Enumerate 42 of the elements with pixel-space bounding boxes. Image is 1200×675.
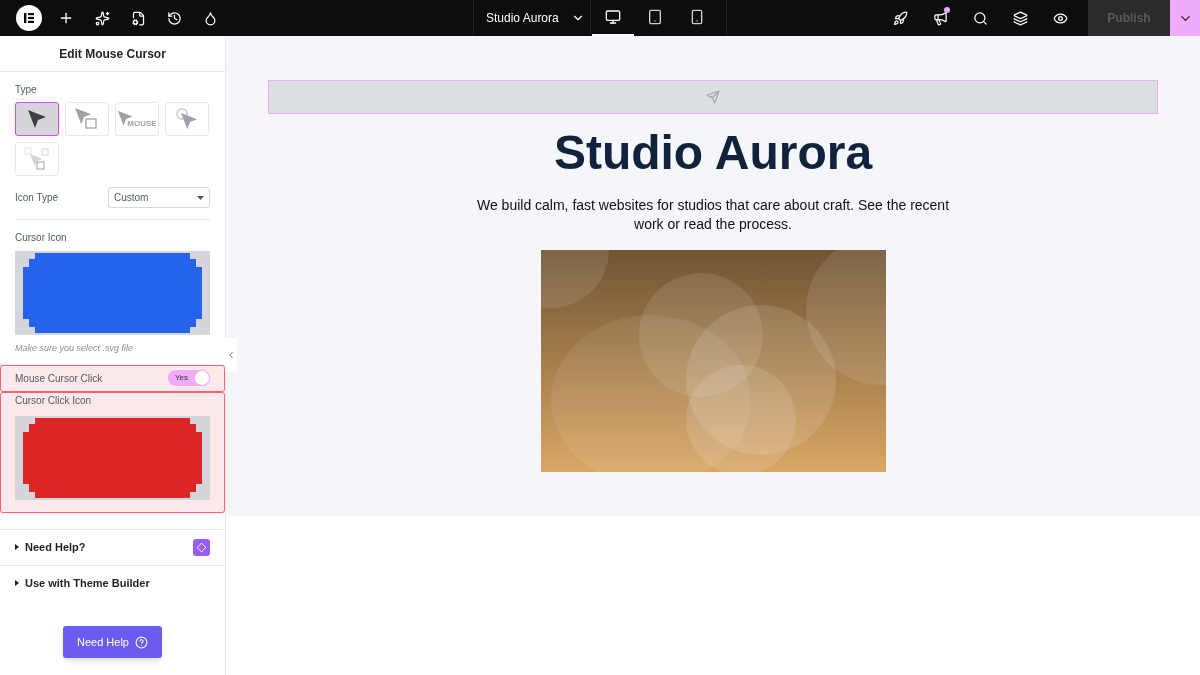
- icon-type-select[interactable]: Custom: [108, 187, 210, 208]
- panel-title: Edit Mouse Cursor: [0, 36, 225, 72]
- type-label: Type: [15, 83, 38, 97]
- history-icon: [166, 10, 182, 26]
- click-icon-preview[interactable]: [15, 415, 210, 500]
- cursor-send-icon: [706, 90, 720, 104]
- logo-icon[interactable]: [16, 5, 42, 31]
- ai-icon: [193, 538, 210, 556]
- cursor-icon-label: Cursor Icon: [15, 231, 68, 245]
- mouse-click-label: Mouse Cursor Click: [15, 371, 103, 386]
- desktop-icon: [605, 9, 621, 25]
- rocket-icon: [892, 10, 908, 26]
- cursor-images-icon: [24, 147, 50, 171]
- chevron-left-icon: [226, 350, 236, 360]
- tablet-icon: [647, 9, 663, 25]
- click-icon-label: Cursor Click Icon: [15, 393, 93, 408]
- file-gear-icon: [130, 10, 146, 26]
- cursor-icon-preview[interactable]: [15, 251, 210, 335]
- mouse-click-toggle[interactable]: Yes: [168, 370, 210, 386]
- need-help-button[interactable]: Need Help: [63, 626, 162, 658]
- mobile-icon: [689, 9, 705, 25]
- sparkles-icon: [94, 10, 110, 26]
- plus-icon: [58, 10, 74, 26]
- layers-icon: [1012, 10, 1028, 26]
- megaphone-icon: [932, 10, 948, 26]
- caret-icon: [197, 195, 204, 200]
- section-header[interactable]: Use with Theme Builder: [0, 564, 225, 601]
- droplet-icon: [202, 10, 218, 26]
- cursor-arrow-icon: [26, 108, 48, 130]
- search-icon: [972, 10, 988, 26]
- cursor-ring-icon: [175, 107, 199, 131]
- page-description: We build calm, fast websites for studios that care about craft. See the recent work or read the process.: [475, 196, 951, 234]
- section-header[interactable]: Need Help?: [0, 528, 225, 565]
- page-heading: Studio Aurora: [553, 125, 873, 181]
- caret-icon: [15, 580, 19, 586]
- cursor-image-icon: [74, 107, 100, 131]
- svg-hint: Make sure you select .svg file: [15, 342, 135, 355]
- eye-icon: [1052, 10, 1068, 26]
- cursor-type-option[interactable]: [15, 102, 59, 136]
- icon-type-label: Icon Type: [15, 191, 59, 205]
- caret-icon: [15, 544, 19, 550]
- help-icon: [135, 635, 148, 649]
